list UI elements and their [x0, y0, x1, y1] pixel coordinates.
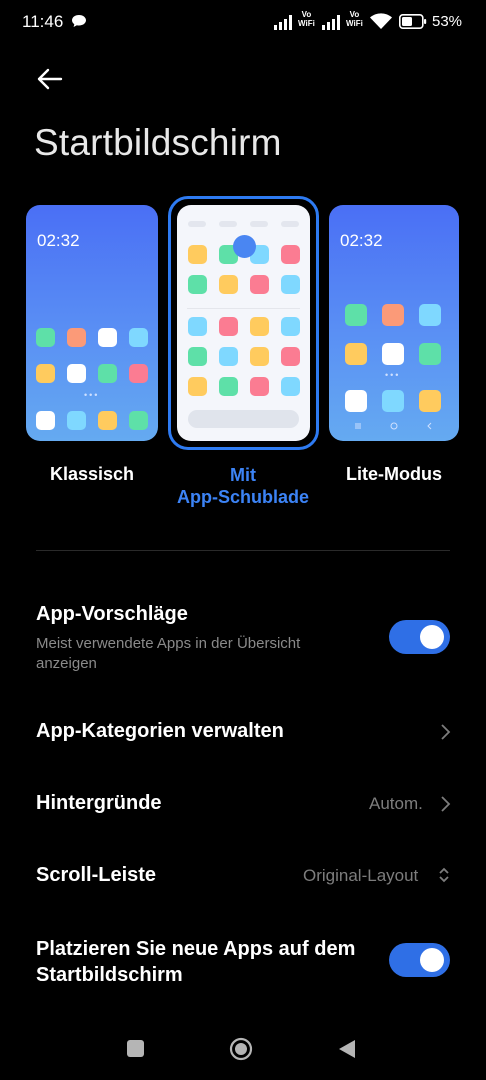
app-tile: [219, 317, 238, 336]
chevron-updown-icon[interactable]: [438, 866, 450, 884]
drawer-search-bar: [188, 410, 299, 428]
app-suggestions-toggle[interactable]: [389, 620, 450, 654]
pager-dots: •••: [84, 390, 100, 400]
signal-icon: [274, 15, 292, 30]
app-tile: [345, 390, 367, 412]
wifi-icon: [370, 13, 392, 29]
app-tile: [67, 411, 86, 430]
app-tile: [129, 328, 148, 347]
nav-back-icon[interactable]: [337, 1038, 357, 1060]
nav-home-icon[interactable]: [229, 1037, 253, 1061]
nav-recents-icon[interactable]: [127, 1040, 144, 1057]
scroll-bar-title[interactable]: Scroll-Leiste: [36, 864, 156, 887]
vowifi-indicator: Vo WiFi: [346, 10, 363, 28]
wallpapers-title[interactable]: Hintergründe: [36, 792, 162, 815]
battery-icon: [399, 14, 427, 29]
app-tile: [98, 411, 117, 430]
app-tile: [67, 364, 86, 383]
place-new-apps-title[interactable]: Platzieren Sie neue Apps auf dem Startbi…: [36, 936, 386, 988]
chevron-right-icon[interactable]: [439, 795, 451, 813]
app-tile: [67, 328, 86, 347]
place-new-apps-toggle[interactable]: [389, 943, 450, 977]
app-tile: [129, 364, 148, 383]
app-tile: [250, 275, 269, 294]
app-tile: [382, 343, 404, 365]
layout-preview-classic[interactable]: 02:32 •••: [26, 205, 158, 441]
app-tile: [188, 377, 207, 396]
app-tile: [188, 275, 207, 294]
app-tile: [419, 304, 441, 326]
app-categories-title[interactable]: App-Kategorien verwalten: [36, 720, 284, 743]
app-tile: [219, 377, 238, 396]
app-tile: [281, 275, 300, 294]
app-tile: [219, 347, 238, 366]
app-tile: [281, 377, 300, 396]
layout-label-lite[interactable]: Lite-Modus: [329, 464, 459, 485]
scroll-bar-value[interactable]: Original-Layout: [303, 866, 418, 886]
status-time: 11:46: [22, 12, 64, 31]
app-suggestions-title[interactable]: App-Vorschläge: [36, 603, 188, 626]
signal-icon: [322, 15, 340, 30]
app-tile: [129, 411, 148, 430]
app-tile: [419, 390, 441, 412]
category-tab: [219, 221, 237, 227]
layout-preview-drawer[interactable]: [168, 196, 319, 450]
page-title: Startbildschirm: [34, 122, 282, 163]
section-divider: [36, 550, 450, 551]
app-tile: [419, 343, 441, 365]
app-tile: [219, 275, 238, 294]
status-bar: 11:46 Vo WiFi Vo WiFi 53%: [0, 0, 486, 48]
touch-indicator: [233, 235, 256, 258]
layout-preview-lite[interactable]: 02:32 •••: [329, 205, 459, 441]
app-tile: [36, 411, 55, 430]
back-arrow-icon[interactable]: [34, 64, 64, 94]
vowifi-indicator: Vo WiFi: [298, 10, 315, 28]
app-suggestions-subtitle: Meist verwendete Apps in der Übersicht a…: [36, 635, 301, 672]
app-tile: [36, 328, 55, 347]
app-tile: [250, 317, 269, 336]
app-tile: [281, 245, 300, 264]
layout-label-classic[interactable]: Klassisch: [26, 464, 158, 485]
toggle-knob: [420, 948, 444, 972]
battery-percentage: 53%: [432, 13, 463, 30]
preview-clock: 02:32: [37, 231, 80, 250]
lite-nav-bar: [355, 422, 432, 430]
app-tile: [345, 343, 367, 365]
app-tile: [281, 347, 300, 366]
app-tile: [188, 245, 207, 264]
pager-dots: •••: [385, 370, 401, 380]
app-tile: [36, 364, 55, 383]
chat-icon: [72, 15, 86, 27]
app-tile: [382, 304, 404, 326]
preview-clock: 02:32: [340, 231, 383, 250]
app-tile: [281, 317, 300, 336]
app-tile: [382, 390, 404, 412]
chevron-right-icon[interactable]: [439, 723, 451, 741]
layout-label-drawer[interactable]: Mit App-Schublade: [160, 464, 326, 508]
wallpapers-value[interactable]: Autom.: [369, 794, 423, 814]
category-tab: [281, 221, 299, 227]
app-tile: [188, 347, 207, 366]
app-tile: [250, 377, 269, 396]
app-tile: [250, 347, 269, 366]
app-tile: [188, 317, 207, 336]
category-tab: [250, 221, 268, 227]
app-tile: [345, 304, 367, 326]
category-tab: [188, 221, 206, 227]
drawer-divider: [187, 308, 300, 309]
drawer-screen: [177, 205, 310, 441]
app-tile: [98, 364, 117, 383]
app-tile: [98, 328, 117, 347]
toggle-knob: [420, 625, 444, 649]
